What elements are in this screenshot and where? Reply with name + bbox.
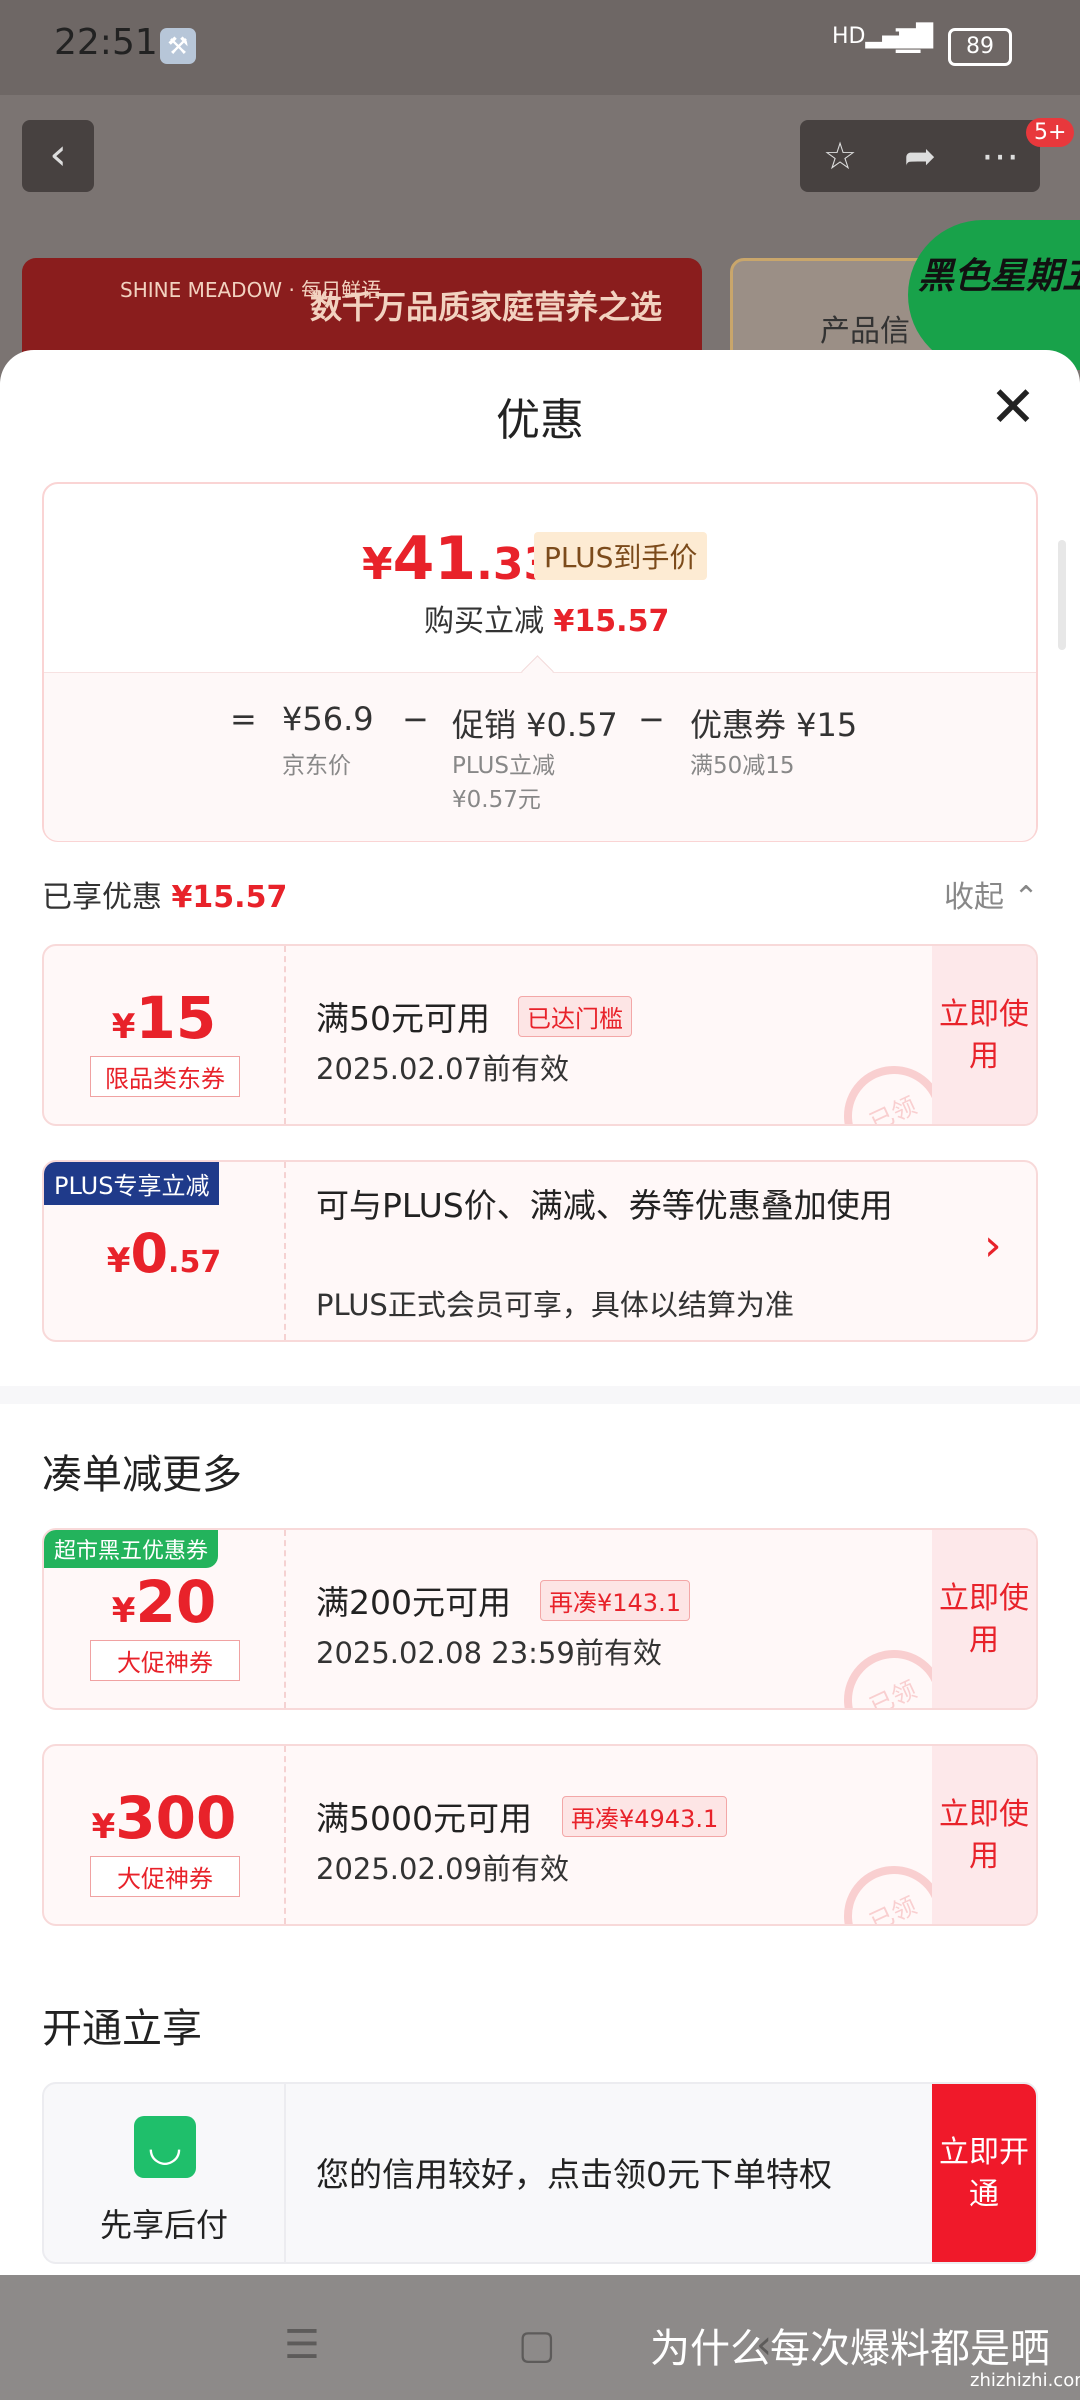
buy-reduce-text: 购买立减 ¥15.57 <box>424 604 670 639</box>
coupon-expiry: 2025.02.09前有效 <box>316 1852 570 1886</box>
black-friday-badge: 黑色星期五 <box>908 220 1080 370</box>
black-friday-coupon-tag: 超市黑五优惠券 <box>44 1530 219 1568</box>
status-time: 22:51 <box>54 22 158 63</box>
coupon-amount: ¥20 <box>111 1568 217 1636</box>
share-icon[interactable]: ➦ <box>880 120 960 192</box>
coupon-expiry: 2025.02.08 23:59前有效 <box>316 1636 662 1670</box>
scrollbar[interactable] <box>1058 540 1066 650</box>
chevron-up-icon: ⌃ <box>1013 880 1039 915</box>
promo-sub-value: ¥0.57元 <box>452 787 541 813</box>
remaining-chip: 再凑¥4943.1 <box>562 1796 728 1837</box>
coupon-card[interactable]: 超市黑五优惠券 ¥20 大促神券 满200元可用 再凑¥143.1 2025.0… <box>42 1528 1038 1710</box>
jd-price-label: 京东价 <box>282 753 351 779</box>
coupon-amount: ¥15 <box>111 984 217 1052</box>
plus-amount: ¥0.57 <box>106 1222 222 1285</box>
star-icon[interactable]: ☆ <box>800 120 880 192</box>
wrench-icon: ⚒ <box>160 28 196 64</box>
plus-corner-tag: PLUS专享立减 <box>44 1162 220 1205</box>
product-info-text: 产品信 <box>820 314 910 349</box>
promo-value: 促销 ¥0.57 <box>452 706 618 744</box>
coupon-type-tag: 大促神券 <box>90 1856 240 1897</box>
use-now-button[interactable]: 立即使用 <box>932 1746 1036 1924</box>
coupon-card[interactable]: ¥300 大促神券 满5000元可用 再凑¥4943.1 2025.02.09前… <box>42 1744 1038 1926</box>
coupon-value: 优惠券 ¥15 <box>690 706 858 744</box>
minus-sign: − <box>402 700 429 738</box>
coupon-condition: 满50元可用 <box>316 999 490 1038</box>
use-now-button[interactable]: 立即使用 <box>932 946 1036 1124</box>
watermark-text: 为什么每次爆料都是晒 <box>650 2326 1050 2372</box>
chevron-right-icon[interactable]: › <box>984 1220 1002 1271</box>
plus-discount-card[interactable]: PLUS专享立减 ¥0.57 可与PLUS价、满减、券等优惠叠加使用 PLUS正… <box>42 1160 1038 1342</box>
final-price: ¥41.33 <box>362 524 555 594</box>
wifi-icon: ☰ <box>893 22 924 62</box>
use-now-button[interactable]: 立即使用 <box>932 1530 1036 1708</box>
threshold-chip: 已达门槛 <box>518 996 632 1037</box>
pay-later-description: 您的信用较好，点击领0元下单特权 <box>316 2155 832 2194</box>
promo-sub-label: PLUS立减 <box>452 753 555 779</box>
coupon-type-tag: 限品类东券 <box>90 1056 240 1097</box>
section-divider <box>0 1386 1080 1404</box>
coupon-amount: ¥300 <box>91 1784 237 1852</box>
header-actions: ☆ ➦ ⋯ <box>800 120 1040 192</box>
coupon-expiry: 2025.02.07前有效 <box>316 1052 570 1086</box>
coupon-type-tag: 大促神券 <box>90 1640 240 1681</box>
watermark-site: zhizhizhi.com <box>970 2370 1080 2391</box>
pay-later-name: 先享后付 <box>99 2206 228 2244</box>
back-icon[interactable]: ‹ <box>22 120 94 192</box>
open-benefits-heading: 开通立享 <box>42 2006 202 2052</box>
banner-slogan: 数千万品质家庭营养之选 <box>310 288 663 326</box>
coupon-condition: 满5000元可用 <box>316 1799 532 1838</box>
coupon-sub-label: 满50减15 <box>690 753 795 779</box>
plus-description: PLUS正式会员可享，具体以结算为准 <box>316 1288 794 1322</box>
menu-icon[interactable]: ☰ <box>284 2322 320 2368</box>
pay-later-card[interactable]: ◡ 先享后付 您的信用较好，点击领0元下单特权 立即开通 <box>42 2082 1038 2264</box>
home-square-icon[interactable]: ▢ <box>518 2322 556 2368</box>
close-icon[interactable]: ✕ <box>988 380 1038 436</box>
shopping-bag-icon: ◡ <box>134 2116 196 2178</box>
coupon-condition: 满200元可用 <box>316 1583 511 1622</box>
battery-indicator: 89 <box>948 28 1012 66</box>
plus-price-tag: PLUS到手价 <box>534 532 708 580</box>
coupon-card[interactable]: ¥15 限品类东券 满50元可用 已达门槛 2025.02.07前有效 已领 立… <box>42 944 1038 1126</box>
activate-now-button[interactable]: 立即开通 <box>932 2084 1036 2262</box>
enjoyed-discount: 已享优惠 ¥15.57 <box>42 880 288 915</box>
collapse-button[interactable]: 收起 ⌃ <box>944 872 1039 916</box>
more-discounts-heading: 凑单减更多 <box>42 1452 242 1498</box>
sheet-title: 优惠 <box>496 395 584 446</box>
minus-sign: − <box>638 700 665 738</box>
notification-badge: 5+ <box>1026 118 1075 147</box>
jd-price: ¥56.9 <box>282 700 374 738</box>
remaining-chip: 再凑¥143.1 <box>540 1580 690 1621</box>
plus-description-title: 可与PLUS价、满减、券等优惠叠加使用 <box>316 1186 893 1225</box>
equals-sign: = <box>230 700 257 738</box>
